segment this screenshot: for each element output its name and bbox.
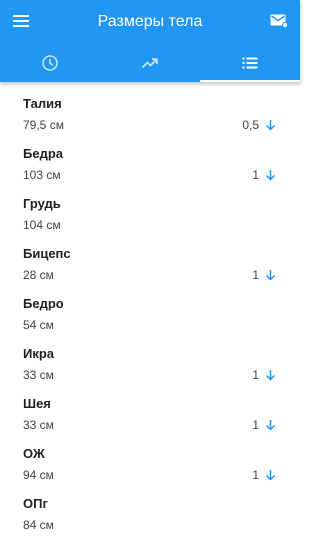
list-item[interactable]: Грудь 104 см: [0, 182, 300, 232]
tab-list[interactable]: [200, 44, 300, 82]
change-value: 1: [252, 418, 259, 432]
measurement-name: Бедра: [23, 146, 63, 161]
measurement-name: Бедро: [23, 296, 64, 311]
measurement-change: 1: [252, 367, 276, 383]
trending-up-icon: [141, 58, 158, 69]
app-bar: Размеры тела: [0, 0, 300, 82]
list-item[interactable]: Бедра 103 см 1: [0, 132, 300, 182]
measurement-value: 84 см: [23, 518, 54, 532]
list-item[interactable]: Талия 79,5 см 0,5: [0, 82, 300, 132]
arrow-down-icon: [265, 170, 276, 181]
measurement-value: 79,5 см: [23, 118, 64, 132]
tab-history[interactable]: [0, 44, 100, 82]
measurement-value: 104 см: [23, 218, 61, 232]
toolbar: Размеры тела: [0, 0, 300, 44]
change-value: 1: [252, 168, 259, 182]
measurement-name: Икра: [23, 346, 55, 361]
arrow-down-icon: [265, 120, 276, 131]
tab-chart[interactable]: [100, 44, 200, 82]
measurement-name: Талия: [23, 96, 62, 111]
change-value: 1: [252, 468, 259, 482]
list-item[interactable]: ОПг 84 см: [0, 482, 300, 532]
page-title: Размеры тела: [97, 13, 203, 30]
measurement-change: 1: [252, 167, 276, 183]
measurement-change: 1: [252, 267, 276, 283]
measurement-value: 54 см: [23, 318, 54, 332]
measurement-name: ОЖ: [23, 446, 45, 461]
measurement-value: 94 см: [23, 468, 54, 482]
list-icon: [242, 57, 258, 69]
measurement-value: 103 см: [23, 168, 61, 182]
arrow-down-icon: [265, 270, 276, 281]
measurement-name: Грудь: [23, 196, 61, 211]
arrow-down-icon: [265, 370, 276, 381]
clock-icon: [42, 55, 58, 71]
measurement-change: 1: [252, 467, 276, 483]
measurement-name: ОПг: [23, 496, 48, 511]
measurement-name: Шея: [23, 396, 51, 411]
tab-bar: [0, 44, 300, 82]
list-item[interactable]: ОЖ 94 см 1: [0, 432, 300, 482]
measurement-value: 33 см: [23, 418, 54, 432]
list-item[interactable]: Бицепс 28 см 1: [0, 232, 300, 282]
list-item[interactable]: Бедро 54 см: [0, 282, 300, 332]
change-value: 1: [252, 368, 259, 382]
measurement-value: 28 см: [23, 268, 54, 282]
change-value: 1: [252, 268, 259, 282]
list-item[interactable]: Шея 33 см 1: [0, 382, 300, 432]
change-value: 0,5: [242, 118, 259, 132]
list-item[interactable]: Икра 33 см 1: [0, 332, 300, 382]
measurement-name: Бицепс: [23, 246, 71, 261]
mail-icon[interactable]: [270, 13, 289, 29]
measurement-change: 1: [252, 417, 276, 433]
measurement-change: 0,5: [242, 117, 276, 133]
measurement-value: 33 см: [23, 368, 54, 382]
arrow-down-icon: [265, 470, 276, 481]
arrow-down-icon: [265, 420, 276, 431]
